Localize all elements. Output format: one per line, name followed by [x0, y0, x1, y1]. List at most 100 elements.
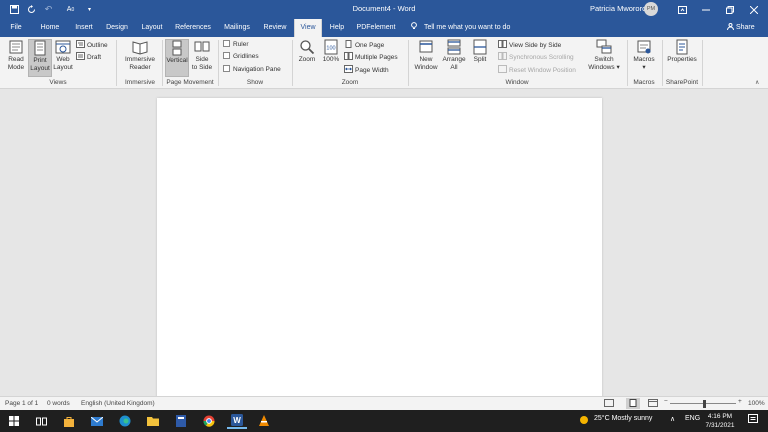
- vlc-icon[interactable]: [256, 413, 272, 429]
- save-icon[interactable]: [8, 3, 21, 16]
- calculator-icon[interactable]: [173, 413, 189, 429]
- input-language[interactable]: ENG: [685, 415, 700, 422]
- tab-pdfelement[interactable]: PDFelement: [353, 19, 399, 37]
- focus-icon[interactable]: [604, 399, 614, 409]
- navigation-pane-check-box[interactable]: [223, 65, 230, 72]
- show-hidden-icons[interactable]: ∧: [670, 415, 675, 423]
- chrome-icon[interactable]: [201, 413, 217, 429]
- zoom-100-button[interactable]: 100 100%: [320, 39, 342, 77]
- undo-icon[interactable]: ↶: [42, 3, 55, 16]
- view-side-by-side-button[interactable]: View Side by Side: [498, 40, 561, 50]
- multiple-pages-button[interactable]: Multiple Pages: [344, 52, 398, 62]
- font-size-icon[interactable]: A0: [64, 3, 77, 16]
- language-indicator[interactable]: English (United Kingdom): [81, 400, 155, 407]
- tab-review[interactable]: Review: [259, 19, 291, 37]
- avatar[interactable]: PM: [644, 2, 658, 16]
- word-count[interactable]: 0 words: [47, 400, 70, 407]
- gridlines-checkbox[interactable]: Gridlines: [223, 52, 259, 62]
- task-view-icon[interactable]: [33, 413, 49, 429]
- new-window-button[interactable]: New Window: [412, 39, 440, 77]
- page-count[interactable]: Page 1 of 1: [5, 400, 38, 407]
- web-layout-button[interactable]: Web Layout: [52, 39, 74, 77]
- tab-help[interactable]: Help: [326, 19, 348, 37]
- web-layout-view-icon[interactable]: [648, 399, 658, 409]
- immersive-reader-button[interactable]: Immersive Reader: [120, 39, 160, 77]
- draft-label: Draft: [87, 54, 102, 61]
- close-icon[interactable]: [741, 0, 767, 19]
- zoom-slider-thumb[interactable]: [703, 400, 706, 408]
- zoom-out-icon[interactable]: −: [664, 398, 668, 405]
- outline-icon: [76, 40, 85, 48]
- tell-me-search[interactable]: Tell me what you want to do: [411, 19, 510, 37]
- collapse-ribbon-icon[interactable]: ∧: [755, 79, 759, 86]
- print-layout-button[interactable]: Print Layout: [28, 39, 52, 77]
- reset-window-position-label: Reset Window Position: [509, 67, 576, 74]
- mail-icon[interactable]: [89, 413, 105, 429]
- minimize-icon[interactable]: [693, 0, 719, 19]
- tab-design[interactable]: Design: [102, 19, 132, 37]
- read-mode-button[interactable]: Read Mode: [4, 39, 28, 77]
- split-button[interactable]: Split: [469, 39, 491, 77]
- weather-icon[interactable]: [578, 414, 590, 428]
- group-label-views: Views: [49, 79, 67, 86]
- restore-icon[interactable]: [717, 0, 743, 19]
- tab-insert[interactable]: Insert: [70, 19, 98, 37]
- gridlines-check-box[interactable]: [223, 52, 230, 59]
- weather-text[interactable]: 25°C Mostly sunny: [594, 415, 652, 422]
- side-by-side-icon: [498, 40, 507, 48]
- notifications-icon[interactable]: [748, 414, 758, 426]
- synchronous-scrolling-button[interactable]: Synchronous Scrolling: [498, 52, 574, 62]
- arrange-all-button[interactable]: Arrange All: [441, 39, 467, 77]
- tab-mailings[interactable]: Mailings: [220, 19, 254, 37]
- share-button[interactable]: Share: [727, 19, 755, 37]
- print-layout-view-icon[interactable]: [626, 398, 640, 409]
- switch-windows-button[interactable]: Switch Windows ▾: [588, 39, 620, 77]
- zoom-button[interactable]: Zoom: [296, 39, 318, 77]
- ruler-checkbox[interactable]: Ruler: [223, 40, 249, 50]
- ribbon-display-options-icon[interactable]: [669, 0, 695, 19]
- windows-taskbar: W 25°C Mostly sunny ∧ ENG 4:16 PM 7/31/2…: [0, 410, 768, 432]
- edge-icon[interactable]: [117, 413, 133, 429]
- chevron-down-icon: ▾: [616, 64, 620, 71]
- share-label: Share: [735, 24, 755, 31]
- autosave-icon[interactable]: [25, 3, 38, 16]
- properties-icon: [676, 39, 688, 55]
- clock[interactable]: 4:16 PM 7/31/2021: [700, 412, 740, 430]
- one-page-button[interactable]: One Page: [344, 40, 384, 50]
- draft-button[interactable]: Draft: [76, 52, 101, 62]
- outline-label: Outline: [87, 42, 108, 49]
- draft-icon: [76, 52, 85, 60]
- tab-layout[interactable]: Layout: [137, 19, 167, 37]
- zoom-in-icon[interactable]: +: [738, 398, 742, 405]
- document-page[interactable]: [157, 98, 602, 398]
- outline-button[interactable]: Outline: [76, 40, 108, 50]
- navigation-pane-checkbox[interactable]: Navigation Pane: [223, 65, 281, 75]
- tab-file[interactable]: File: [4, 19, 28, 37]
- tab-home[interactable]: Home: [36, 19, 64, 37]
- file-explorer-icon[interactable]: [145, 413, 161, 429]
- group-label-window: Window: [505, 79, 529, 86]
- properties-button[interactable]: Properties: [666, 39, 698, 77]
- print-layout-icon: [34, 40, 46, 56]
- page-width-button[interactable]: Page Width: [344, 65, 389, 75]
- split-icon: [473, 39, 487, 55]
- macros-button[interactable]: Macros ▾: [631, 39, 657, 77]
- document-canvas: [0, 89, 768, 398]
- share-icon: [727, 23, 736, 31]
- tab-references[interactable]: References: [172, 19, 214, 37]
- reset-window-position-button[interactable]: Reset Window Position: [498, 65, 576, 75]
- vertical-button[interactable]: Vertical: [165, 39, 189, 77]
- group-divider: [218, 40, 219, 86]
- word-taskbar-icon[interactable]: W: [227, 413, 247, 429]
- side-to-side-button[interactable]: Side to Side: [190, 39, 214, 77]
- read-mode-label-2: Mode: [7, 64, 25, 71]
- customize-toolbar-icon[interactable]: ▾: [83, 3, 96, 16]
- vertical-scrollbar[interactable]: [759, 89, 768, 396]
- start-icon[interactable]: [6, 413, 22, 429]
- user-name[interactable]: Patricia Mwororo: [590, 4, 646, 13]
- ruler-check-box[interactable]: [223, 40, 230, 47]
- zoom-level[interactable]: 100%: [748, 400, 765, 407]
- tab-view[interactable]: View: [294, 19, 322, 37]
- switch-windows-label-2: Windows ▾: [588, 64, 620, 71]
- store-icon[interactable]: [61, 413, 77, 429]
